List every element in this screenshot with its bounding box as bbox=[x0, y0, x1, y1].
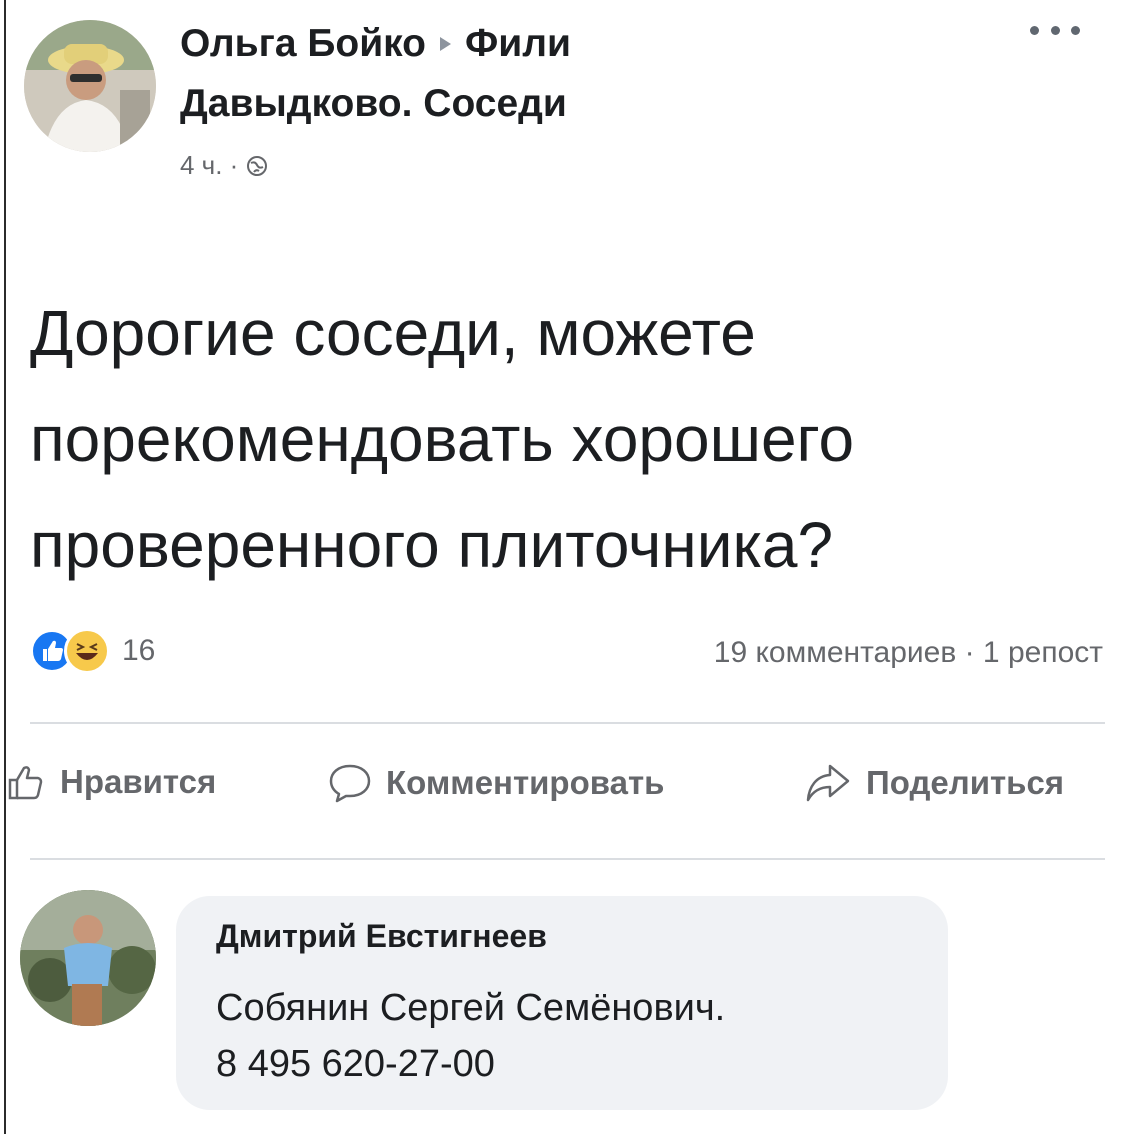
like-button-label: Нравится bbox=[60, 763, 217, 800]
comment-text: Собянин Сергей Семёнович. 8 495 620-27-0… bbox=[216, 980, 725, 1092]
group-name-part1[interactable]: Фили bbox=[465, 22, 571, 65]
comments-shares-count[interactable]: 19 комментариев · 1 репост bbox=[714, 636, 1103, 670]
comment-button[interactable]: Комментировать bbox=[328, 762, 664, 804]
author-name[interactable]: Ольга Бойко bbox=[180, 22, 426, 65]
reaction-count: 16 bbox=[122, 634, 156, 667]
comment-icon bbox=[329, 764, 371, 803]
comment-button-label: Комментировать bbox=[386, 764, 665, 801]
more-icon-dot bbox=[1030, 25, 1039, 35]
commenter-avatar[interactable] bbox=[20, 890, 156, 1026]
author-avatar-image bbox=[24, 20, 156, 152]
post-header: Ольга Бойко Фили Давыдково. Соседи bbox=[180, 14, 1000, 134]
reactions-summary[interactable]: 16 bbox=[30, 628, 155, 674]
post-meta: 4 ч. · bbox=[180, 150, 268, 181]
more-options-button[interactable] bbox=[1030, 18, 1080, 42]
comment-author-name[interactable]: Дмитрий Евстигнеев bbox=[216, 918, 547, 955]
share-icon bbox=[806, 764, 850, 802]
left-border bbox=[4, 0, 6, 1134]
share-button-label: Поделиться bbox=[866, 764, 1065, 801]
share-button[interactable]: Поделиться bbox=[804, 762, 1064, 804]
more-icon-dot bbox=[1071, 25, 1080, 35]
comment-line-1: Собянин Сергей Семёнович. bbox=[216, 987, 726, 1029]
commenter-avatar-image bbox=[20, 890, 156, 1026]
facebook-post-screenshot: Ольга Бойко Фили Давыдково. Соседи 4 ч. ·… bbox=[0, 0, 1125, 1134]
post-timestamp[interactable]: 4 ч. · bbox=[180, 150, 238, 181]
globe-icon bbox=[247, 155, 268, 176]
group-name-part2[interactable]: Давыдково. Соседи bbox=[180, 82, 567, 125]
more-icon-dot bbox=[1050, 25, 1060, 35]
like-button[interactable]: Нравится bbox=[6, 762, 216, 802]
post-text: Дорогие соседи, можете порекомендовать х… bbox=[30, 297, 855, 581]
thumbs-up-icon bbox=[8, 766, 43, 800]
comment-line-2: 8 495 620-27-00 bbox=[216, 1043, 495, 1085]
arrow-right-icon bbox=[440, 36, 451, 51]
divider bbox=[30, 722, 1105, 724]
author-avatar[interactable] bbox=[24, 20, 156, 152]
haha-reaction-icon bbox=[64, 628, 110, 674]
divider bbox=[30, 858, 1105, 860]
